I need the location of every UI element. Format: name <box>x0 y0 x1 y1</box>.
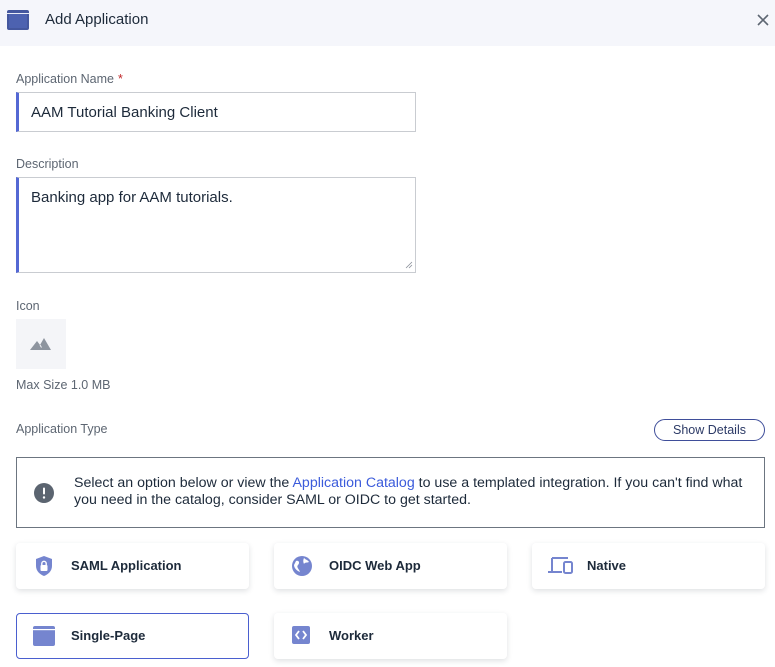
application-name-label: Application Name * <box>16 72 123 86</box>
browser-window-icon <box>7 10 29 30</box>
app-type-native[interactable]: Native <box>532 543 765 589</box>
app-type-worker[interactable]: Worker <box>274 613 507 659</box>
description-label: Description <box>16 157 79 171</box>
card-label: OIDC Web App <box>329 558 421 573</box>
globe-icon <box>292 556 312 576</box>
app-type-single-page[interactable]: Single-Page <box>16 613 249 659</box>
icon-size-hint: Max Size 1.0 MB <box>16 378 111 392</box>
icon-label: Icon <box>16 299 40 313</box>
application-name-input[interactable] <box>16 92 416 132</box>
alert-circle-icon <box>34 483 54 503</box>
application-catalog-link[interactable]: Application Catalog <box>292 475 414 491</box>
application-type-notice: Select an option below or view the Appli… <box>16 457 765 528</box>
code-icon <box>292 626 310 644</box>
description-textarea[interactable]: Banking app for AAM tutorials. <box>16 177 416 273</box>
card-label: Native <box>587 558 627 573</box>
card-label: Worker <box>329 628 374 643</box>
app-type-saml[interactable]: SAML Application <box>16 543 249 589</box>
dialog-title: Add Application <box>45 11 149 28</box>
browser-window-icon <box>33 626 55 646</box>
dialog-body: Application Name* Description Banking ap… <box>0 46 775 667</box>
app-type-oidc-web[interactable]: OIDC Web App <box>274 543 507 589</box>
close-icon[interactable] <box>755 12 771 28</box>
application-type-label: Application Type <box>16 422 108 436</box>
dialog-header: Add Application <box>0 0 775 46</box>
card-label: SAML Application <box>71 558 182 573</box>
icon-upload[interactable] <box>16 319 66 369</box>
show-details-button[interactable]: Show Details <box>654 419 765 441</box>
shield-lock-icon <box>36 556 52 576</box>
devices-icon <box>548 557 573 574</box>
resize-grip-icon[interactable] <box>405 261 413 269</box>
image-placeholder-icon <box>30 338 51 350</box>
card-label: Single-Page <box>71 628 146 643</box>
required-marker: * <box>117 72 123 86</box>
notice-text: Select an option below or view the Appli… <box>74 475 743 508</box>
